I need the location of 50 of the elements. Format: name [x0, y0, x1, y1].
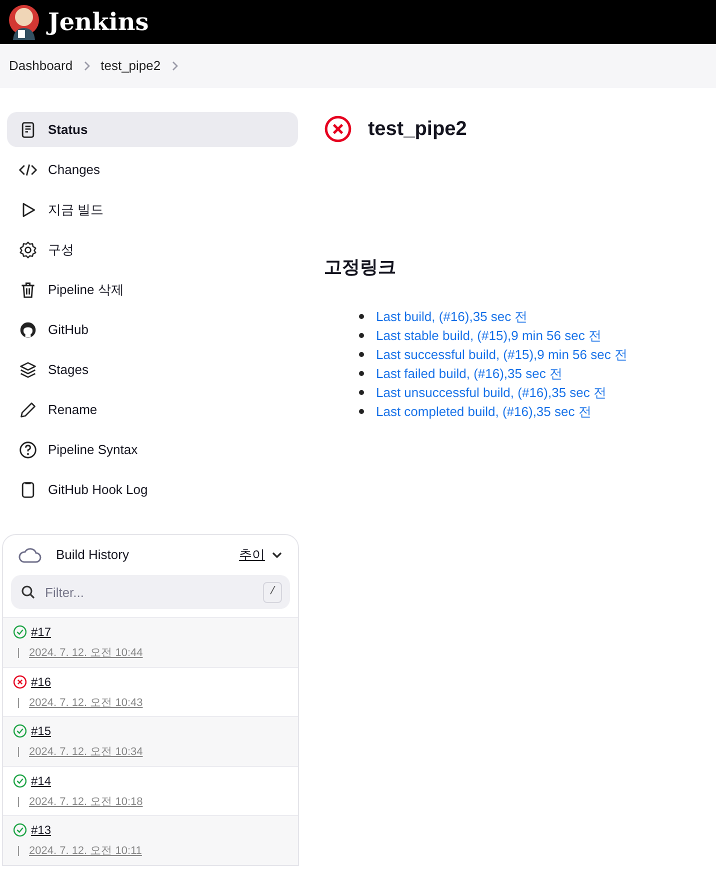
bullet — [359, 390, 364, 395]
chevron-right-icon[interactable] — [82, 60, 91, 72]
document-icon — [19, 120, 37, 138]
sidebar-item[interactable]: Pipeline 삭제 — [7, 272, 298, 307]
cloud-icon — [18, 547, 42, 563]
job-title: test_pipe2 — [368, 117, 467, 142]
pencil-icon — [19, 400, 37, 418]
permalink[interactable]: Last completed build, (#16),35 sec 전 — [376, 402, 592, 422]
sidebar-item[interactable]: 지금 빌드 — [7, 192, 298, 227]
permalink[interactable]: Last successful build, (#15),9 min 56 sec 전 — [376, 344, 628, 364]
sidebar-item[interactable]: 구성 — [7, 232, 298, 267]
build-link[interactable]: #16 — [31, 672, 52, 690]
breadcrumb-link[interactable]: test_pipe2 — [100, 56, 161, 76]
bullet — [359, 371, 364, 376]
sidebar-item[interactable]: Rename — [7, 392, 298, 427]
sidebar-item[interactable]: Status — [7, 112, 298, 147]
search-icon — [21, 585, 35, 599]
clipboard-icon — [19, 480, 37, 498]
help-icon — [19, 440, 37, 458]
trash-icon — [19, 280, 37, 298]
layers-icon — [19, 360, 37, 378]
permalink[interactable]: Last build, (#16),35 sec 전 — [376, 306, 528, 326]
build-timestamp[interactable]: 2024. 7. 12. 오전 10:43 — [29, 694, 143, 711]
build-link[interactable]: #15 — [31, 722, 52, 740]
bullet — [359, 314, 364, 319]
sidebar-item[interactable]: Changes — [7, 152, 298, 187]
build-link[interactable]: #13 — [31, 821, 52, 839]
sidebar-item[interactable]: Stages — [7, 352, 298, 387]
permalink[interactable]: Last unsuccessful build, (#16),35 sec 전 — [376, 382, 607, 402]
sidebar-item[interactable]: Pipeline Syntax — [7, 432, 298, 467]
section-heading: 고정링크 — [324, 256, 397, 279]
breadcrumb-link[interactable]: Dashboard — [9, 56, 73, 76]
app-title[interactable]: Jenkins — [48, 4, 149, 40]
sidebar-item[interactable]: GitHub Hook Log — [7, 472, 298, 507]
octocat-icon — [19, 320, 37, 338]
panel-title: Build History — [56, 546, 129, 564]
bullet — [359, 352, 364, 357]
sidebar-item[interactable]: GitHub — [7, 312, 298, 347]
trend-link[interactable]: 추이 — [239, 545, 265, 565]
build-link[interactable]: #14 — [31, 772, 52, 790]
build-link[interactable]: #17 — [31, 623, 52, 641]
chevron-right-icon[interactable] — [170, 60, 179, 72]
butler-logo-icon[interactable] — [8, 4, 40, 40]
bullet — [359, 409, 364, 414]
keyboard-shortcut: / — [263, 582, 282, 602]
bullet — [359, 333, 364, 338]
build-timestamp[interactable]: 2024. 7. 12. 오전 10:18 — [29, 794, 143, 810]
settings-icon — [19, 240, 37, 258]
permalink[interactable]: Last stable build, (#15),9 min 56 sec 전 — [376, 326, 602, 346]
permalink[interactable]: Last failed build, (#16),35 sec 전 — [376, 364, 562, 384]
